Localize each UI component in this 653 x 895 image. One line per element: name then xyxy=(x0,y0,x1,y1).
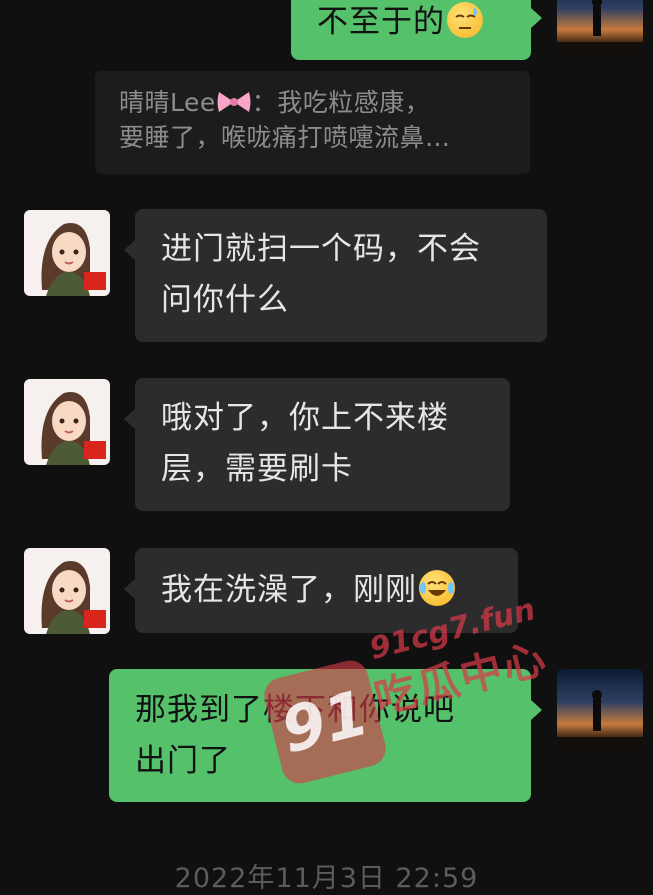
bubble-tail xyxy=(124,240,135,260)
sweat-emoji-icon xyxy=(447,2,483,38)
message-text-line2: 问你什么 xyxy=(161,282,289,318)
bubble-tail xyxy=(531,8,542,28)
message-text-line2: 出门了 xyxy=(135,743,231,779)
user-avatar[interactable] xyxy=(557,0,643,60)
incoming-message-bubble[interactable]: 哦对了，你上不来楼 层，需要刷卡 xyxy=(135,378,510,511)
quote-sender: 晴晴Lee xyxy=(119,88,216,117)
message-text: 不至于的 xyxy=(317,4,445,40)
contact-avatar[interactable] xyxy=(24,379,110,465)
outgoing-message-bubble[interactable]: 不至于的 xyxy=(291,0,531,60)
timestamp: 2022年11月3日 22:59 xyxy=(174,863,479,894)
bow-emoji-icon xyxy=(217,92,251,112)
user-avatar[interactable] xyxy=(557,669,643,755)
message-text-line2: 层，需要刷卡 xyxy=(161,451,353,487)
message-text-line1: 进门就扫一个码，不会 xyxy=(161,231,481,267)
bubble-tail xyxy=(124,579,135,599)
message-text-line1: 哦对了，你上不来楼 xyxy=(161,400,449,436)
quote-text-line1: ：我吃粒感康， xyxy=(251,88,431,117)
quote-text-line2: 要睡了，喉咙痛打喷嚏流鼻… xyxy=(119,123,451,152)
bubble-tail xyxy=(124,409,135,429)
incoming-message-bubble[interactable]: 进门就扫一个码，不会 问你什么 xyxy=(135,209,547,342)
message-text: 我在洗澡了，刚刚 xyxy=(161,572,417,608)
incoming-message-bubble[interactable]: 我在洗澡了，刚刚 xyxy=(135,548,518,633)
contact-avatar[interactable] xyxy=(24,548,110,634)
quoted-message[interactable]: 晴晴Lee ：我吃粒感康， 要睡了，喉咙痛打喷嚏流鼻… xyxy=(95,71,530,174)
outgoing-message-bubble[interactable]: 那我到了楼下和你说吧 出门了 xyxy=(109,669,531,802)
laughing-tears-emoji-icon xyxy=(419,570,455,606)
contact-avatar[interactable] xyxy=(24,210,110,296)
bubble-tail xyxy=(531,700,542,720)
message-text-line1: 那我到了楼下和你说吧 xyxy=(135,692,455,728)
